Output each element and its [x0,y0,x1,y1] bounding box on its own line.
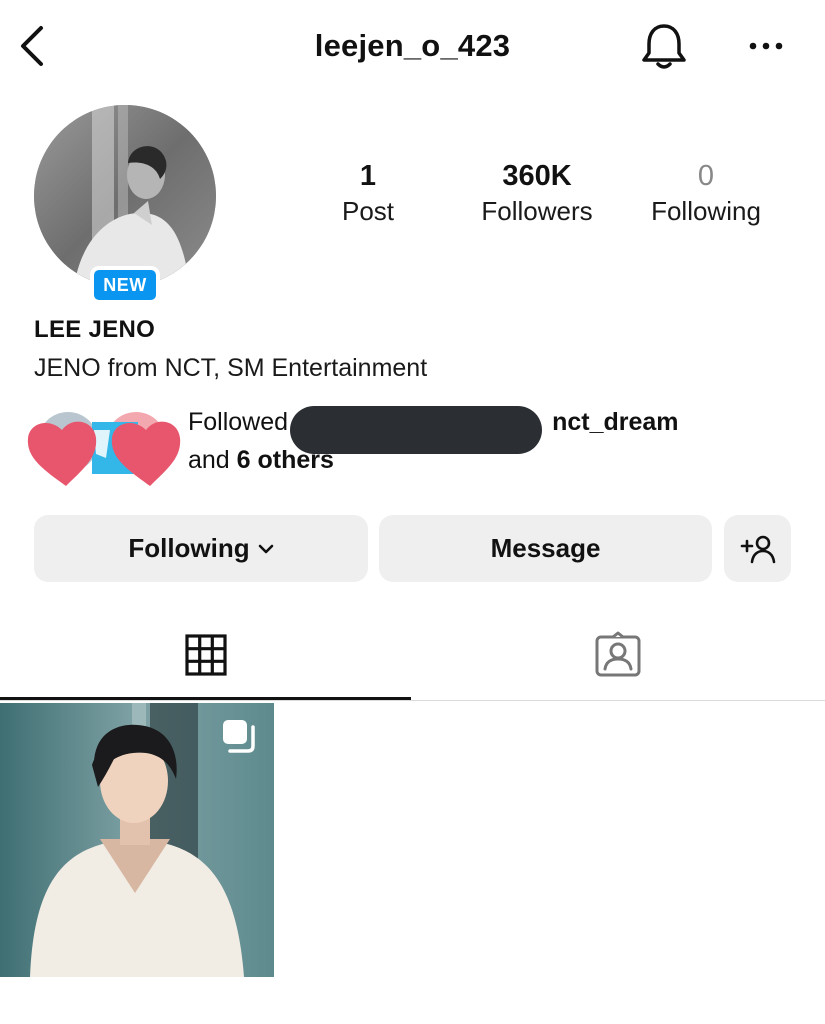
posts-count-label: Post [341,196,395,226]
add-user-icon [740,535,775,563]
following-button[interactable]: Following [34,515,368,582]
redaction-bar [290,406,542,454]
message-button[interactable]: Message [379,515,712,582]
followers-count[interactable]: 360K Followers [452,158,622,228]
multiple-images-icon [220,717,260,757]
profile-avatar[interactable] [34,105,216,287]
heart-sticker-icon [27,412,181,486]
profile-username: leejen_o_423 [314,28,511,63]
following-button-label: Following [128,533,250,563]
tab-posts-grid[interactable] [0,610,411,700]
tagged-user-icon [595,631,641,677]
followed-by-prefix: Followed [188,408,289,436]
posts-count[interactable]: 1 Post [283,158,453,228]
following-count-label: Following [651,196,761,226]
tab-tagged[interactable] [411,610,825,700]
notifications-button[interactable] [638,20,690,74]
grid-icon [184,634,227,676]
mutual-follower-avatars[interactable] [24,404,196,490]
new-profile-badge: NEW [90,266,160,304]
more-horizontal-icon [749,42,783,50]
following-count[interactable]: 0 Following [621,158,791,228]
profile-photo [34,105,216,287]
tab-divider [0,700,825,701]
bell-icon [642,24,686,69]
profile-bio: JENO from NCT, SM Entertainment [34,354,428,382]
more-options-button[interactable] [744,28,788,64]
posts-count-value: 1 [359,160,377,192]
followed-by-account[interactable]: nct_dream [552,408,678,436]
followers-count-value: 360K [502,160,572,192]
following-count-value: 0 [697,160,715,192]
chevron-down-icon [258,544,273,553]
followers-count-label: Followers [481,196,593,226]
followed-by-and: and [188,446,230,474]
display-name: LEE JENO [34,316,156,343]
suggest-users-button[interactable] [724,515,791,582]
message-button-label: Message [490,533,601,563]
